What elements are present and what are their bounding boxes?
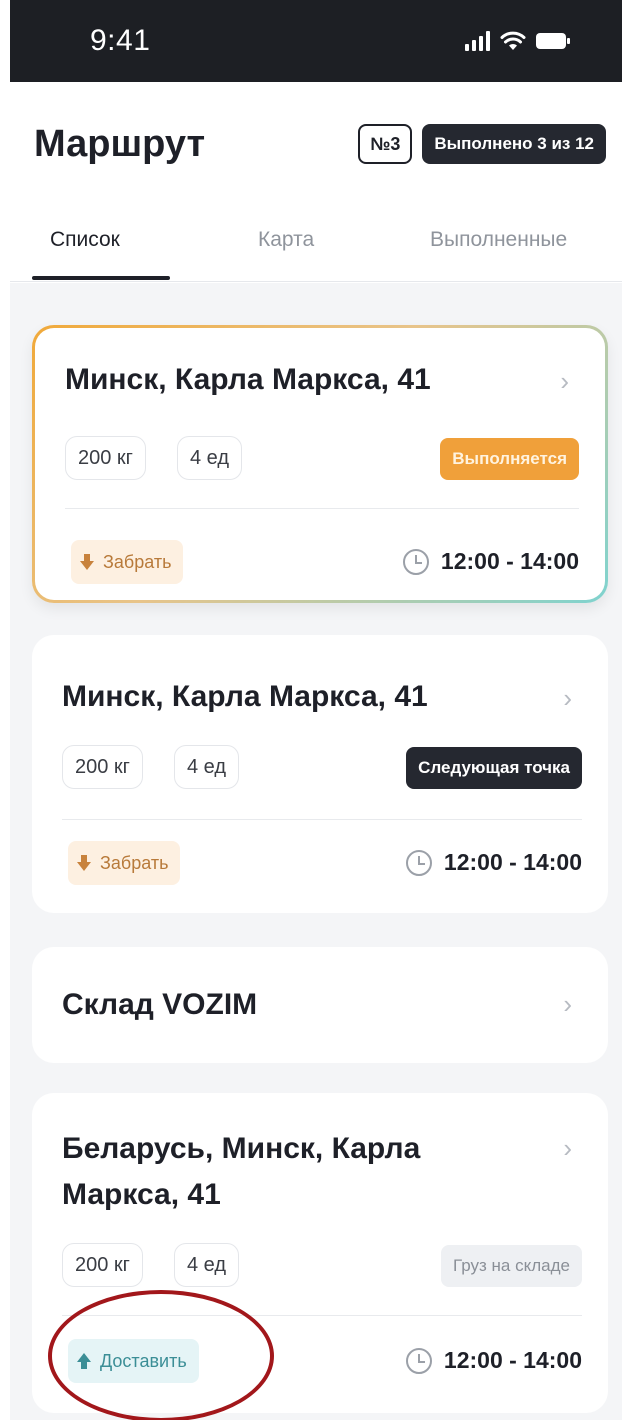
pickup-arrow-icon [77, 855, 91, 871]
card-divider [62, 819, 582, 820]
time-window-text: 12:00 - 14:00 [440, 548, 579, 574]
status-badge: Выполняется [440, 438, 579, 480]
weight-chip: 200 кг [62, 745, 143, 789]
warehouse-card[interactable]: Склад VOZIM › [32, 947, 608, 1063]
time-window: 12:00 - 14:00 [405, 1347, 582, 1374]
tab-indicator [32, 276, 170, 280]
pickup-action-button[interactable]: Забрать [71, 540, 184, 584]
chevron-right-icon[interactable]: › [563, 683, 572, 714]
clock-icon [405, 1347, 432, 1374]
route-stop-card[interactable]: Минск, Карла Маркса, 41 › 200 кг 4 ед Вы… [32, 325, 608, 603]
page-title: Маршрут [34, 122, 206, 165]
status-icons [465, 31, 570, 51]
status-time: 9:41 [90, 24, 151, 57]
chevron-right-icon[interactable]: › [563, 989, 572, 1020]
battery-icon [536, 32, 570, 50]
time-window: 12:00 - 14:00 [402, 548, 579, 575]
clock-icon [405, 849, 432, 876]
header: Маршрут №3 Выполнено 3 из 12 [10, 112, 622, 176]
pickup-arrow-icon [80, 554, 94, 570]
stop-address: Минск, Карла Маркса, 41 [65, 363, 431, 396]
weight-chip: 200 кг [62, 1243, 143, 1287]
wifi-icon [500, 31, 526, 51]
status-bar: 9:41 [10, 0, 622, 82]
stop-address: Склад VOZIM [62, 988, 258, 1021]
weight-chip: 200 кг [65, 436, 146, 480]
clock-icon [402, 548, 429, 575]
chevron-right-icon[interactable]: › [563, 1133, 572, 1164]
tab-map[interactable]: Карта [258, 228, 314, 252]
units-chip: 4 ед [174, 745, 240, 789]
stop-address: Минск, Карла Маркса, 41 [62, 680, 428, 713]
route-number-badge: №3 [358, 124, 413, 164]
chevron-right-icon[interactable]: › [560, 366, 569, 397]
units-chip: 4 ед [177, 436, 243, 480]
pickup-action-button[interactable]: Забрать [68, 841, 181, 885]
action-label: Забрать [103, 551, 172, 572]
status-badge: Груз на складе [441, 1245, 582, 1287]
signal-icon [465, 31, 490, 51]
time-window-text: 12:00 - 14:00 [443, 1347, 582, 1373]
tab-completed[interactable]: Выполненные [430, 228, 567, 252]
card-divider [65, 508, 579, 509]
route-stop-card[interactable]: Минск, Карла Маркса, 41 › 200 кг 4 ед Сл… [32, 635, 608, 913]
status-badge: Следующая точка [406, 747, 582, 789]
stop-address-line2: Маркса, 41 [62, 1178, 221, 1211]
stop-address-line1: Беларусь, Минск, Карла [62, 1132, 421, 1165]
route-list: Минск, Карла Маркса, 41 › 200 кг 4 ед Вы… [10, 283, 622, 1420]
progress-badge: Выполнено 3 из 12 [422, 124, 606, 164]
tab-list[interactable]: Список [50, 228, 120, 252]
units-chip: 4 ед [174, 1243, 240, 1287]
time-window-text: 12:00 - 14:00 [443, 849, 582, 875]
time-window: 12:00 - 14:00 [405, 849, 582, 876]
annotation-highlight-ring [48, 1290, 274, 1420]
action-label: Забрать [100, 852, 169, 873]
tab-bar: Список Карта Выполненные [10, 200, 622, 282]
